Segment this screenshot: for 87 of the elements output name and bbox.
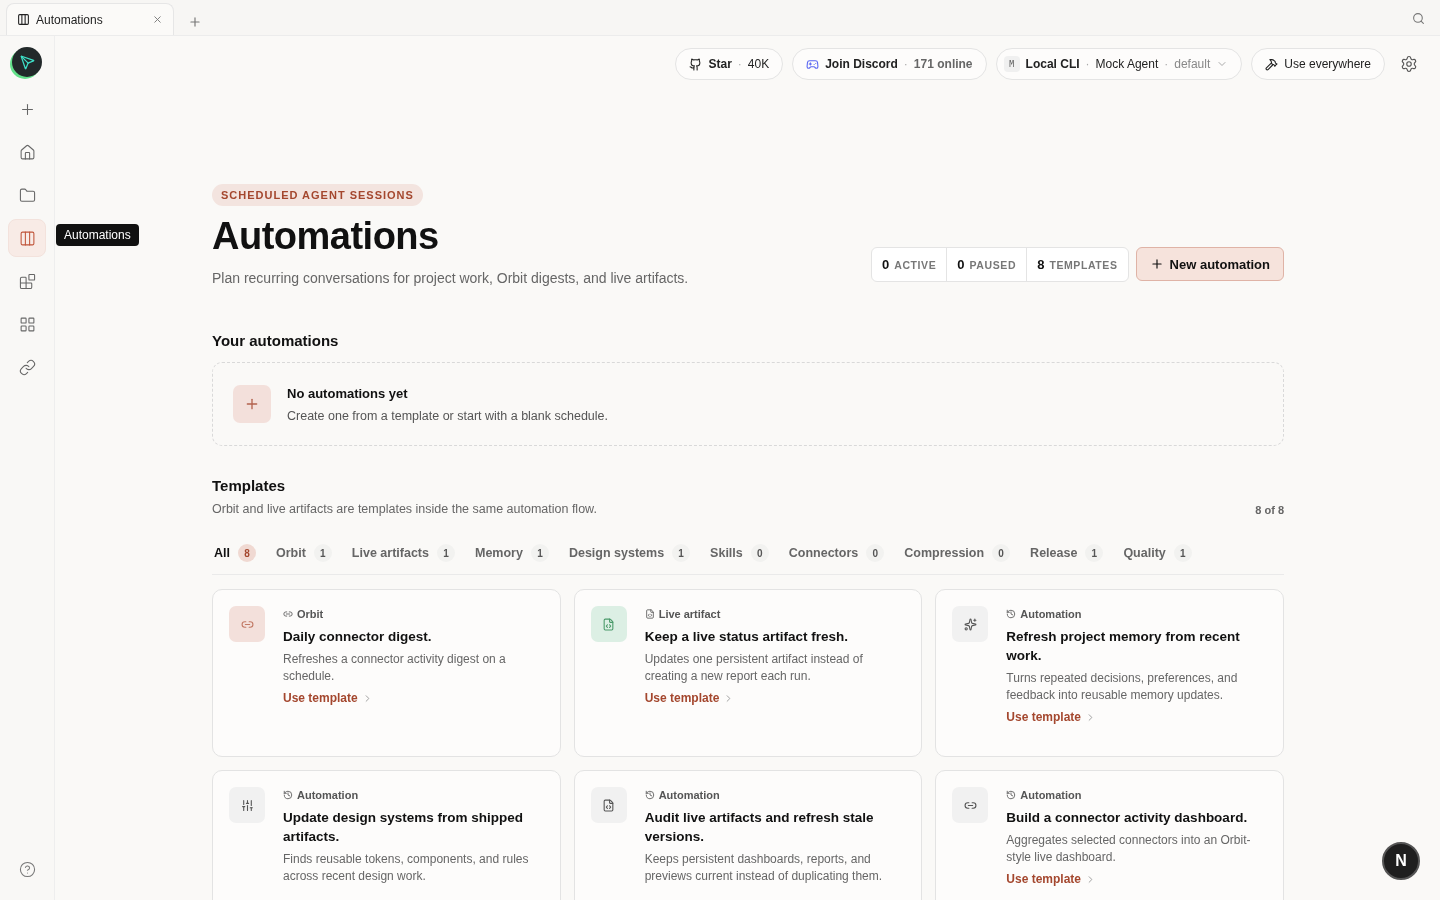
section-heading: Your automations: [212, 332, 340, 349]
template-card[interactable]: Automation Refresh project memory from recent work. Turns repeated decisions, preferences, and feedback into reusable memory updates. Use template: [935, 589, 1284, 757]
card-text: Finds reusable tokens, components, and rules across recent design work.: [283, 851, 530, 885]
browser-tab[interactable]: Automations: [6, 3, 174, 35]
use-everywhere-button[interactable]: Use everywhere: [1251, 48, 1385, 80]
close-icon[interactable]: [152, 14, 163, 25]
stat-value: 8: [1037, 257, 1045, 272]
filter-tab[interactable]: Release 1: [1030, 544, 1104, 562]
kanban-icon: [17, 13, 30, 26]
filter-tab[interactable]: Skills 0: [710, 544, 769, 562]
sliders-icon: [229, 787, 265, 823]
card-text: Turns repeated decisions, preferences, and feedback into reusable memory updates.: [1006, 670, 1239, 704]
sparkles-icon: [952, 606, 989, 642]
code-file-icon: [590, 787, 627, 823]
stat-label: PAUSED: [969, 259, 1017, 271]
empty-text: Create one from a template or start with a blank schedule.: [287, 408, 608, 423]
card-title: Daily connector digest.: [283, 628, 433, 646]
card-category: Orbit: [297, 608, 324, 620]
agent-selector[interactable]: M Local CLI · Mock Agent · default: [995, 48, 1243, 80]
link-icon: [952, 787, 989, 823]
filter-tab[interactable]: All 8: [214, 544, 256, 562]
eyebrow-label: SCHEDULED AGENT SESSIONS: [212, 184, 423, 206]
use-template-link[interactable]: Use template: [1006, 710, 1267, 724]
card-category: Automation: [1020, 789, 1082, 801]
search-icon[interactable]: [1412, 12, 1425, 25]
card-category: Automation: [658, 789, 720, 801]
page-subtitle: Plan recurring conversations for project work, Orbit digests, and live artifacts.: [212, 270, 689, 286]
card-category: Automation: [1020, 608, 1082, 620]
floating-badge-button[interactable]: N: [1382, 842, 1420, 880]
template-card[interactable]: Automation Build a connector activity dashboard. Aggregates selected connectors into an Orbit-style live dashboard. Use template: [935, 770, 1284, 900]
template-card[interactable]: Automation Update design systems from shipped artifacts. Finds reusable tokens, components, and rules across recent design work.: [212, 770, 561, 900]
card-text: Refreshes a connector activity digest on a schedule.: [283, 651, 507, 685]
use-template-link[interactable]: Use template: [644, 691, 906, 705]
stat-label: TEMPLATES: [1049, 259, 1118, 271]
card-title: Refresh project memory from recent work.: [1006, 628, 1241, 665]
tooltip: Automations: [56, 224, 139, 246]
card-title: Audit live artifacts and refresh stale versions.: [644, 809, 875, 846]
filter-tab[interactable]: Compression 0: [904, 544, 1011, 562]
card-title: Keep a live status artifact fresh.: [644, 628, 849, 646]
stat-value: 0: [881, 257, 890, 272]
github-icon: [689, 57, 703, 71]
empty-title: No automations yet: [287, 385, 409, 401]
card-text: Keeps persistent dashboards, reports, and previews current instead of duplicating them.: [644, 851, 884, 885]
gamepad-icon: [806, 57, 820, 71]
code-file-icon: [590, 606, 627, 642]
plus-icon: [1149, 257, 1164, 271]
filter-tab[interactable]: Quality 1: [1123, 544, 1192, 562]
filter-tab[interactable]: Design systems 1: [568, 544, 691, 562]
star-button[interactable]: Star · 40K: [675, 48, 784, 80]
link-icon: [283, 609, 293, 619]
history-icon: [1006, 609, 1017, 619]
template-card[interactable]: Orbit Daily connector digest. Refreshes a connector activity digest on a schedule. Use template: [212, 589, 561, 757]
link-icon: [229, 606, 265, 642]
help-icon[interactable]: [18, 861, 36, 878]
plus-icon[interactable]: [233, 385, 271, 423]
logo-icon[interactable]: [12, 47, 42, 77]
new-automation-button[interactable]: New automation: [1135, 247, 1284, 281]
card-title: Update design systems from shipped artifacts.: [283, 809, 525, 846]
kanban-icon[interactable]: [8, 219, 46, 257]
stat-value: 0: [957, 257, 965, 272]
page-title: Automations: [212, 215, 440, 258]
history-icon: [283, 790, 293, 800]
card-text: Updates one persistent artifact instead of creating a new report each run.: [644, 651, 864, 685]
use-template-link[interactable]: Use template: [1006, 872, 1267, 886]
card-text: Aggregates selected connectors into an Orbit-style live dashboard.: [1006, 832, 1252, 866]
hammer-icon: [1265, 57, 1279, 71]
card-category: Live artifact: [658, 608, 721, 620]
card-category: Automation: [297, 789, 359, 801]
template-card[interactable]: Automation Audit live artifacts and refresh stale versions. Keeps persistent dashboards, reports, and previews current instead of duplicating them.: [573, 770, 923, 900]
template-card[interactable]: Live artifact Keep a live status artifact fresh. Updates one persistent artifact instead of creating a new report each run. Use template: [573, 589, 923, 757]
history-icon: [1006, 790, 1017, 800]
use-template-link[interactable]: Use template: [283, 691, 544, 705]
file-icon: [644, 609, 655, 619]
history-icon: [644, 790, 655, 800]
section-description: Orbit and live artifacts are templates inside the same automation flow.: [212, 502, 597, 516]
filter-tab[interactable]: Orbit 1: [276, 544, 332, 562]
filter-tab[interactable]: Memory 1: [474, 544, 549, 562]
discord-button[interactable]: Join Discord · 171 online: [792, 48, 987, 80]
new-tab-icon[interactable]: [188, 15, 202, 29]
stat-label: ACTIVE: [894, 259, 937, 271]
template-count: 8 of 8: [1255, 504, 1284, 516]
filter-tab[interactable]: Live artifacts 1: [351, 544, 455, 562]
filter-tab[interactable]: Connectors 0: [788, 544, 885, 562]
settings-icon[interactable]: [1400, 55, 1418, 73]
card-title: Build a connector activity dashboard.: [1006, 809, 1249, 827]
section-heading: Templates: [212, 477, 287, 494]
tab-title: Automations: [36, 12, 104, 27]
